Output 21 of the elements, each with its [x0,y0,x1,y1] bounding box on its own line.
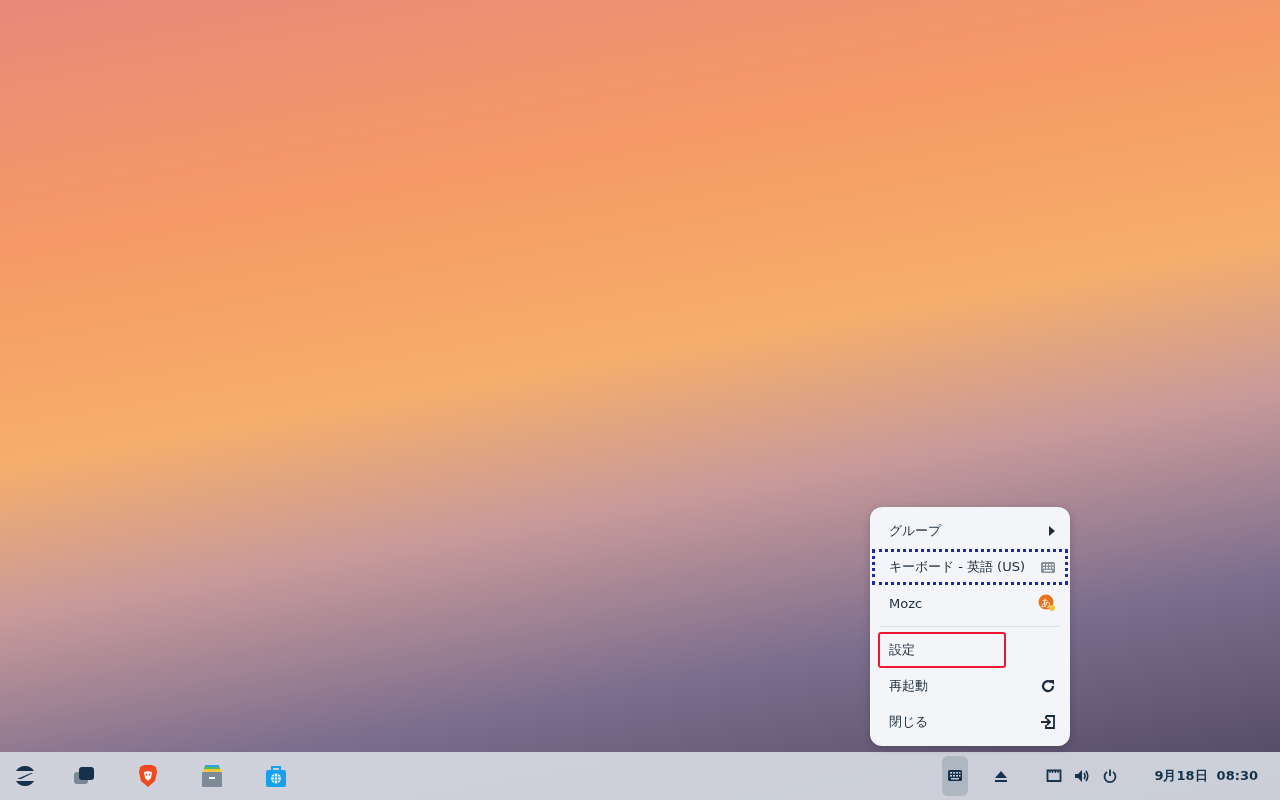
volume-icon [1074,768,1091,784]
file-cabinet-icon [200,764,224,788]
input-method-icon: あ [1038,594,1056,612]
power-icon [1102,768,1119,784]
menu-item[interactable]: 閉じる [870,704,1070,740]
submenu-arrow-icon [1048,525,1056,537]
keyboard-icon [1040,559,1056,575]
menu-item[interactable]: 再起動 [870,668,1070,704]
exit-icon [1040,714,1056,730]
lion-shield-icon [136,764,160,788]
tray-button[interactable] [942,756,969,796]
menu-item[interactable]: グループ [870,513,1070,549]
shopping-bag-icon [264,764,288,788]
menu-item[interactable]: Mozc あ [870,585,1070,621]
clock[interactable]: 9月18日 08:30 [1154,767,1258,785]
network-port-icon [1046,768,1063,784]
app-logo-icon [13,764,37,788]
keyboard-icon [947,768,964,784]
menu-item[interactable]: キーボード - 英語 (US) [872,549,1068,585]
menu-item[interactable]: 設定 [878,632,1006,668]
refresh-icon [1040,678,1056,694]
